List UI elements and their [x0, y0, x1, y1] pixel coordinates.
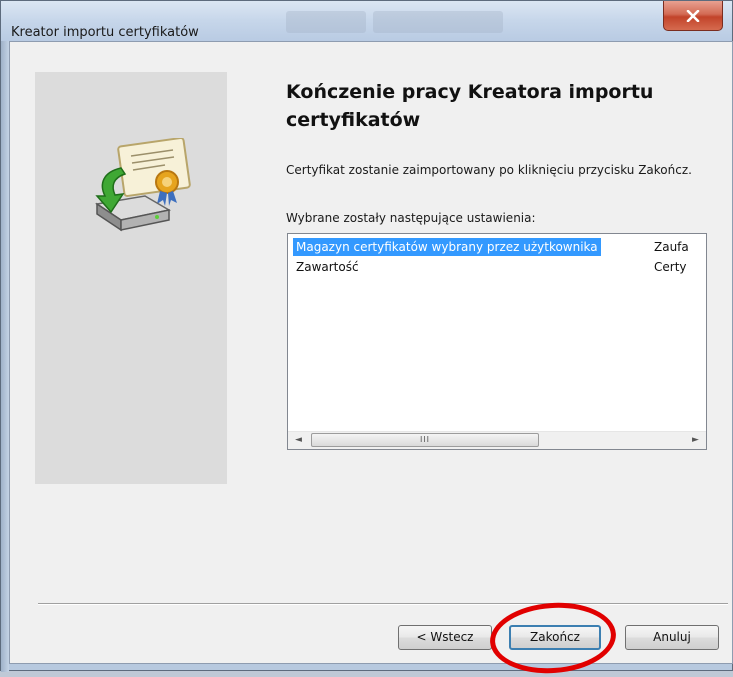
window-title: Kreator importu certyfikatów: [11, 25, 199, 40]
scroll-right-icon[interactable]: ►: [687, 432, 704, 449]
scroll-left-icon[interactable]: ◄: [290, 432, 307, 449]
wizard-window: Kreator importu certyfikatów Kończenie p…: [0, 0, 733, 677]
footer-divider: [38, 603, 728, 605]
horizontal-scrollbar[interactable]: ◄ III ►: [288, 431, 706, 449]
settings-label: Wybrane zostały następujące ustawienia:: [286, 211, 536, 225]
title-bar[interactable]: Kreator importu certyfikatów: [1, 1, 732, 41]
wizard-description: Certyfikat zostanie zaimportowany po kli…: [286, 163, 692, 177]
setting-value: Zaufa: [654, 240, 689, 254]
cancel-button[interactable]: Anuluj: [625, 625, 719, 650]
scroll-thumb[interactable]: III: [311, 433, 539, 447]
setting-name: Magazyn certyfikatów wybrany przez użytk…: [293, 238, 601, 256]
settings-listbox[interactable]: Magazyn certyfikatów wybrany przez użytk…: [287, 233, 707, 450]
setting-value: Certy: [654, 260, 687, 274]
back-button[interactable]: < Wstecz: [398, 625, 492, 650]
window-border: [1, 41, 9, 672]
background-tab-ghost: [286, 11, 366, 33]
background-tab-ghost: [373, 11, 503, 33]
certificate-import-icon: [85, 137, 195, 238]
close-button[interactable]: [663, 1, 723, 31]
wizard-heading: Kończenie pracy Kreatora importu certyfi…: [286, 81, 654, 131]
setting-name: Zawartość: [296, 260, 359, 274]
finish-button[interactable]: Zakończ: [509, 625, 601, 650]
close-icon: [686, 9, 700, 22]
wizard-side-panel: [35, 72, 227, 484]
wizard-body: Kończenie pracy Kreatora importu certyfi…: [9, 41, 733, 677]
